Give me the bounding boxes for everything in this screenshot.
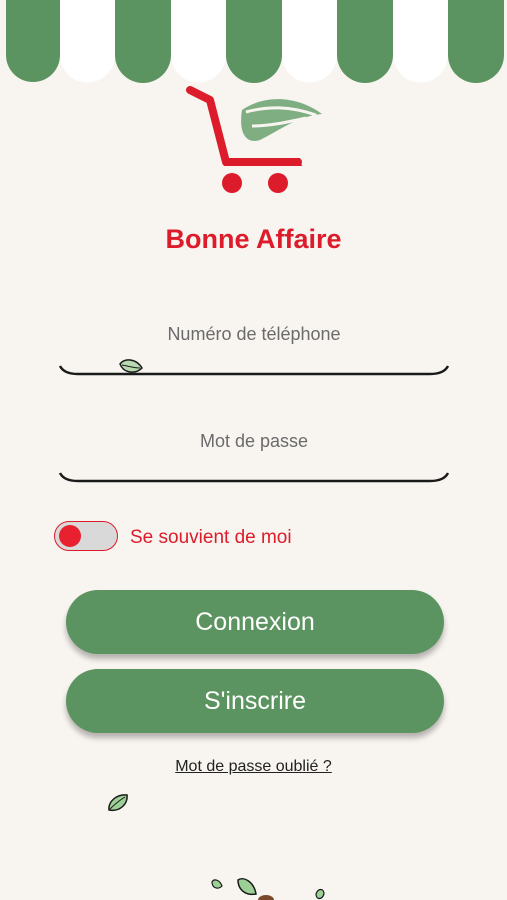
- phone-field-underline: [58, 365, 450, 376]
- awning-decoration: [0, 0, 507, 86]
- toggle-knob: [59, 525, 81, 547]
- leaf-icon: [108, 794, 128, 812]
- password-field[interactable]: Mot de passe: [58, 425, 450, 485]
- remember-me-toggle[interactable]: [54, 521, 118, 551]
- login-button[interactable]: Connexion: [66, 590, 444, 654]
- password-field-underline: [58, 472, 450, 483]
- phone-field-label: Numéro de téléphone: [167, 324, 341, 344]
- leaf-icon: [119, 359, 143, 373]
- signup-button[interactable]: S'inscrire: [66, 669, 444, 733]
- password-field-label: Mot de passe: [199, 431, 309, 451]
- forgot-password-link[interactable]: Mot de passe oublié ?: [0, 758, 507, 776]
- remember-me-row: Se souvient de moi: [54, 521, 354, 553]
- app-title: Bonne Affaire: [165, 224, 342, 254]
- bottom-leaves-decoration: [211, 878, 325, 900]
- phone-field[interactable]: Numéro de téléphone: [58, 318, 450, 378]
- remember-me-label: Se souvient de moi: [130, 527, 292, 548]
- shopping-cart-leaf-icon: [186, 86, 322, 193]
